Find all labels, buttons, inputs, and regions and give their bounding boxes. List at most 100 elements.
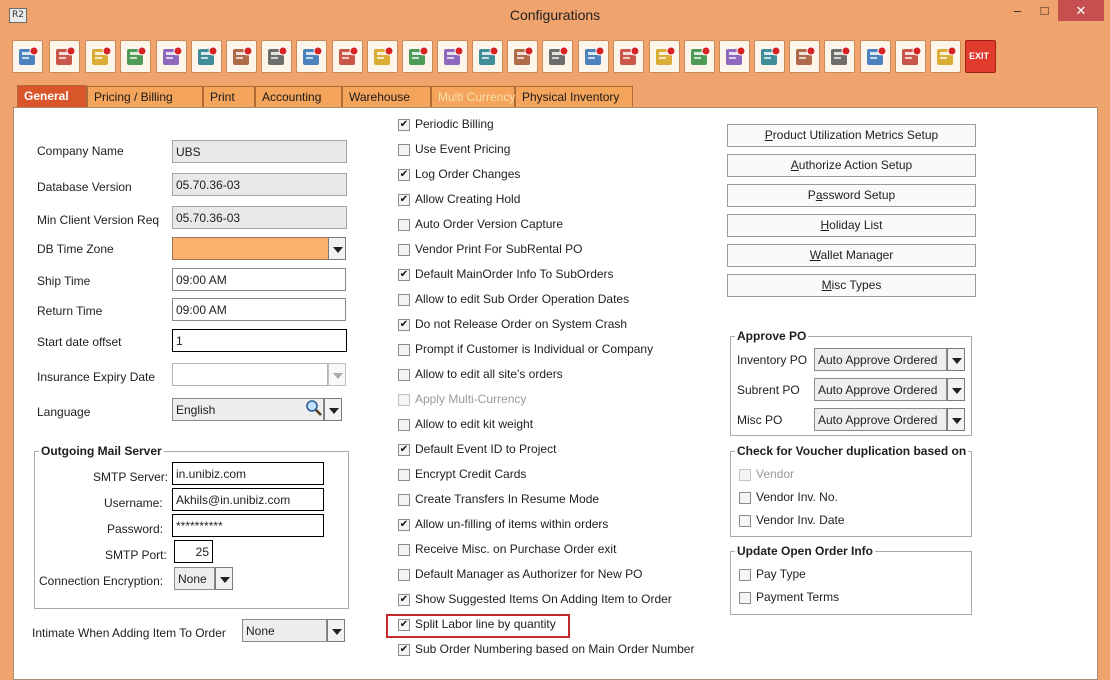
holiday-list-button[interactable]: Holiday List	[727, 214, 976, 237]
gear-icon[interactable]	[437, 40, 468, 73]
db-time-zone-select[interactable]	[172, 237, 329, 260]
connection-encryption-dropdown[interactable]	[215, 567, 233, 590]
exit-icon[interactable]: EXIT	[965, 40, 996, 73]
check-folder-icon[interactable]	[542, 40, 573, 73]
checkbox-label: Pay Type	[756, 567, 806, 581]
maximize-button[interactable]: □	[1031, 0, 1058, 21]
document-alert-icon[interactable]	[191, 40, 222, 73]
checkbox[interactable]: ✔	[398, 319, 410, 331]
doc-export-icon[interactable]	[613, 40, 644, 73]
intimate-label: Intimate When Adding Item To Order	[32, 626, 226, 640]
shield-lock-icon[interactable]	[719, 40, 750, 73]
checkbox[interactable]: ✔	[398, 169, 410, 181]
checkbox[interactable]: ✔	[398, 269, 410, 281]
password-field[interactable]: **********	[172, 514, 324, 537]
checkbox[interactable]: ✔	[398, 519, 410, 531]
checkbox[interactable]	[398, 569, 410, 581]
gear-settings-icon[interactable]	[507, 40, 538, 73]
checkbox[interactable]	[398, 494, 410, 506]
password-setup-button[interactable]: Password Setup	[727, 184, 976, 207]
tab-warehouse[interactable]: Warehouse	[342, 86, 431, 108]
grid-table-icon[interactable]	[261, 40, 292, 73]
smtp-server-label: SMTP Server:	[93, 470, 169, 484]
approve-po-title: Approve PO	[735, 329, 809, 343]
smtp-port-field[interactable]: 25	[174, 540, 213, 563]
authorize-action-button[interactable]: Authorize Action Setup	[727, 154, 976, 177]
checkbox[interactable]: ✔	[398, 644, 410, 656]
checkbox[interactable]	[739, 569, 751, 581]
db-time-zone-dropdown[interactable]	[328, 237, 346, 260]
tab-physical-inventory[interactable]: Physical Inventory	[515, 86, 633, 108]
money-stack-icon[interactable]	[85, 40, 116, 73]
save-icon[interactable]	[12, 40, 43, 73]
option-label: Create Transfers In Resume Mode	[415, 492, 600, 506]
price-tag-icon[interactable]	[226, 40, 257, 73]
card-reader-icon[interactable]	[578, 40, 609, 73]
tab-general[interactable]: General	[17, 85, 87, 108]
edit-form-icon[interactable]	[156, 40, 187, 73]
checkbox[interactable]	[398, 219, 410, 231]
ledger-icon[interactable]	[296, 40, 327, 73]
doc-import-icon[interactable]	[649, 40, 680, 73]
checkbox[interactable]: ✔	[398, 594, 410, 606]
username-field[interactable]: Akhils@in.unibiz.com	[172, 488, 324, 511]
checkbox[interactable]: ✔	[398, 444, 410, 456]
outgoing-mail-server-title: Outgoing Mail Server	[39, 444, 164, 458]
shield-user-icon[interactable]	[684, 40, 715, 73]
start-date-offset-field[interactable]: 1	[172, 329, 347, 352]
checkbox[interactable]	[398, 144, 410, 156]
checkbox[interactable]: ✔	[398, 194, 410, 206]
checkbox[interactable]	[739, 592, 751, 604]
checkbox[interactable]	[398, 369, 410, 381]
return-time-field[interactable]: 09:00 AM	[172, 298, 346, 321]
wallet-manager-button[interactable]: Wallet Manager	[727, 244, 976, 267]
cash-bill-icon[interactable]	[120, 40, 151, 73]
checkbox[interactable]	[398, 469, 410, 481]
subrent-po-select[interactable]: Auto Approve Ordered	[814, 378, 947, 401]
checkbox[interactable]	[398, 244, 410, 256]
color-balls-icon[interactable]	[472, 40, 503, 73]
tab-pricing-billing[interactable]: Pricing / Billing	[87, 86, 203, 108]
checkbox[interactable]	[739, 515, 751, 527]
document-pages-icon[interactable]	[789, 40, 820, 73]
inventory-po-dropdown[interactable]	[947, 348, 965, 371]
close-button[interactable]: ✕	[1058, 0, 1104, 21]
transfer-icon[interactable]	[332, 40, 363, 73]
checkbox[interactable]	[739, 492, 751, 504]
option-label: Show Suggested Items On Adding Item to O…	[415, 592, 672, 606]
form-gear-icon[interactable]	[895, 40, 926, 73]
intimate-select[interactable]: None	[242, 619, 327, 642]
misc-po-dropdown[interactable]	[947, 408, 965, 431]
user-config-icon[interactable]	[824, 40, 855, 73]
checkbox[interactable]	[398, 344, 410, 356]
calendar-icon[interactable]	[367, 40, 398, 73]
gear-cog-icon[interactable]	[754, 40, 785, 73]
language-dropdown[interactable]	[324, 398, 342, 421]
shipment-icon[interactable]	[49, 40, 80, 73]
checkbox[interactable]	[398, 294, 410, 306]
checkbox[interactable]	[398, 419, 410, 431]
smtp-server-field[interactable]: in.unibiz.com	[172, 462, 324, 485]
checkbox[interactable]: ✔	[398, 119, 410, 131]
checkbox[interactable]	[398, 544, 410, 556]
misc-types-button[interactable]: Misc Types	[727, 274, 976, 297]
subrent-po-dropdown[interactable]	[947, 378, 965, 401]
product-utilization-metrics-button[interactable]: Product Utilization Metrics Setup	[727, 124, 976, 147]
folder-settings-icon[interactable]	[860, 40, 891, 73]
minimize-button[interactable]: –	[1004, 0, 1031, 21]
title-bar: R2 Configurations – □ ✕	[0, 0, 1110, 32]
tab-accounting[interactable]: Accounting	[255, 86, 342, 108]
switch-icon[interactable]	[930, 40, 961, 73]
ship-time-field[interactable]: 09:00 AM	[172, 268, 346, 291]
insurance-expiry-field[interactable]	[172, 363, 328, 386]
connection-encryption-select[interactable]: None	[174, 567, 215, 590]
insurance-expiry-dropdown[interactable]	[328, 363, 346, 386]
inventory-po-select[interactable]: Auto Approve Ordered	[814, 348, 947, 371]
search-icon[interactable]	[305, 399, 323, 417]
misc-po-select[interactable]: Auto Approve Ordered	[814, 408, 947, 431]
tab-print[interactable]: Print	[203, 86, 255, 108]
intimate-dropdown[interactable]	[327, 619, 345, 642]
start-date-offset-label: Start date offset	[37, 335, 122, 349]
ruler-triangle-icon[interactable]	[402, 40, 433, 73]
language-select[interactable]: English	[172, 398, 324, 421]
